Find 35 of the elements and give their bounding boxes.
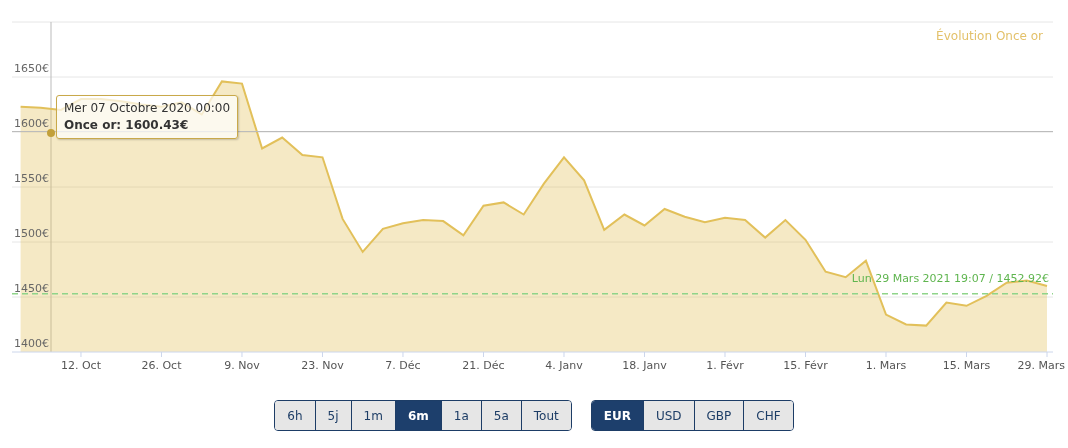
y-axis-label: 1550€ — [14, 172, 49, 185]
tooltip-value: Once or: 1600.43€ — [64, 117, 190, 134]
x-axis-label: 1. Févr — [706, 359, 744, 372]
currency-button[interactable]: CHF — [743, 401, 793, 430]
x-axis-label: 18. Janv — [622, 359, 667, 372]
y-axis-label: 1600€ — [14, 117, 49, 130]
x-axis-label: 23. Nov — [301, 359, 344, 372]
x-axis-label: 21. Déc — [462, 359, 505, 372]
y-axis-label: 1650€ — [14, 62, 49, 75]
range-button[interactable]: 1a — [440, 401, 481, 430]
range-button[interactable]: 5a — [480, 401, 521, 430]
data-point-marker — [47, 129, 55, 137]
x-axis-label: 26. Oct — [141, 359, 182, 372]
tooltip-date: Mer 07 Octobre 2020 00:00 — [64, 100, 231, 117]
currency-button[interactable]: GBP — [693, 401, 744, 430]
x-axis-label: 9. Nov — [224, 359, 260, 372]
x-axis-label: 15. Mars — [942, 359, 991, 372]
currency-button[interactable]: USD — [642, 401, 694, 430]
y-axis-label: 1400€ — [14, 337, 49, 350]
range-button[interactable]: 6m — [394, 401, 441, 430]
currency-button[interactable]: EUR — [591, 401, 643, 430]
x-axis-label: 7. Déc — [385, 359, 421, 372]
x-axis-label: 15. Févr — [783, 359, 828, 372]
y-axis-label: 1500€ — [14, 227, 49, 240]
chart-title: Évolution Once or — [936, 29, 1043, 43]
range-button[interactable]: 1m — [350, 401, 395, 430]
current-price-label: Lun 29 Mars 2021 19:07 / 1452.92€ — [851, 271, 1049, 285]
x-axis-label: 1. Mars — [865, 359, 907, 372]
y-axis-label: 1450€ — [14, 282, 49, 295]
range-button[interactable]: 6h — [275, 401, 315, 430]
range-button[interactable]: Tout — [520, 401, 571, 430]
x-axis-label: 4. Janv — [545, 359, 583, 372]
range-button[interactable]: 5j — [314, 401, 351, 430]
x-axis-label: 12. Oct — [60, 359, 101, 372]
x-axis-label: 29. Mars — [1017, 359, 1065, 372]
